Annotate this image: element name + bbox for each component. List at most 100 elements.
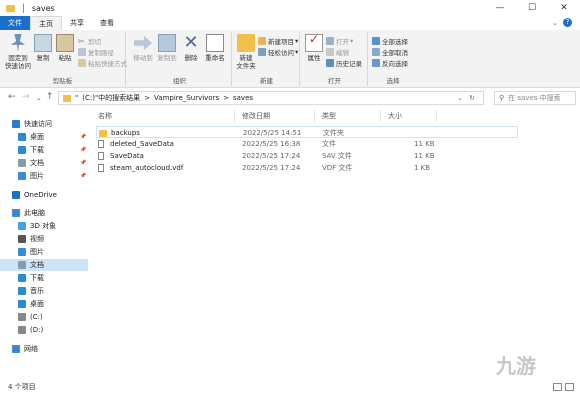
open-button[interactable]: 打开 ▾ bbox=[326, 36, 353, 46]
clipboard-group-label: 剪贴板 bbox=[52, 77, 73, 85]
tab-view[interactable]: 查看 bbox=[92, 16, 122, 30]
rename-button[interactable]: 重命名 bbox=[204, 34, 226, 62]
file-name: deleted_SaveData bbox=[110, 140, 174, 148]
new-item-button[interactable]: 新建项目 ▾ bbox=[258, 36, 298, 46]
ribbon-collapse-icon[interactable]: ⌄ bbox=[552, 19, 558, 27]
help-icon[interactable]: ? bbox=[563, 18, 572, 27]
select-group-label: 选择 bbox=[386, 77, 400, 85]
paste-shortcut-button[interactable]: 粘贴快捷方式 bbox=[78, 58, 127, 68]
paste-button[interactable]: 粘贴 bbox=[56, 34, 74, 62]
column-divider[interactable] bbox=[380, 110, 381, 122]
file-row[interactable]: deleted_SaveData 2022/5/25 16:38 文件 11 KB bbox=[96, 138, 518, 150]
nav-item-label: OneDrive bbox=[24, 191, 57, 199]
column-divider[interactable] bbox=[314, 110, 315, 122]
history-button[interactable]: 历史记录 bbox=[326, 58, 362, 68]
column-header-size[interactable]: 大小 bbox=[388, 110, 402, 122]
pin-icon bbox=[10, 34, 26, 52]
nav-item[interactable]: 视频 bbox=[0, 233, 88, 245]
invert-selection-button[interactable]: 反向选择 bbox=[372, 58, 408, 68]
address-bar[interactable]: " (C:)"中的搜索结果 > Vampire_Survivors > save… bbox=[58, 91, 484, 105]
file-row[interactable]: SaveData 2022/5/25 17:24 SAV 文件 11 KB bbox=[96, 150, 518, 162]
nav-item[interactable]: 文档 bbox=[0, 259, 88, 271]
minimize-button[interactable]: — bbox=[484, 0, 516, 16]
nav-item[interactable]: 快速访问 bbox=[0, 118, 88, 130]
nav-item-label: 图片 bbox=[30, 248, 44, 256]
copy-path-button[interactable]: 复制路径 bbox=[78, 47, 114, 57]
nav-item[interactable]: 网络 bbox=[0, 343, 88, 355]
nav-item[interactable]: OneDrive bbox=[0, 189, 88, 201]
nav-item[interactable]: 图片 📌 bbox=[0, 170, 88, 182]
nav-item-label: (C:) bbox=[30, 313, 43, 321]
maximize-button[interactable]: ☐ bbox=[516, 0, 548, 16]
nav-item-label: 图片 bbox=[30, 172, 44, 180]
address-part-vampire[interactable]: Vampire_Survivors bbox=[154, 94, 219, 102]
up-arrow-icon[interactable]: ↑ bbox=[46, 92, 54, 102]
file-row[interactable]: steam_autocloud.vdf 2022/5/25 17:24 VDF 文件… bbox=[96, 162, 518, 174]
new-item-icon bbox=[258, 37, 266, 45]
edit-button[interactable]: 编辑 bbox=[326, 47, 349, 57]
column-header-name[interactable]: 名称 bbox=[98, 110, 112, 122]
move-to-button[interactable]: 移动到 bbox=[132, 34, 154, 62]
new-folder-button[interactable]: 新建 文件夹 bbox=[236, 34, 256, 70]
forward-arrow-icon[interactable]: → bbox=[22, 92, 30, 102]
nav-item[interactable]: 桌面 📌 bbox=[0, 131, 88, 143]
cloud-icon bbox=[12, 191, 20, 199]
nav-item-label: 网络 bbox=[24, 345, 38, 353]
search-placeholder: 在 saves 中搜索 bbox=[508, 94, 561, 102]
nav-item[interactable]: 此电脑 bbox=[0, 207, 88, 219]
refresh-icon[interactable]: ↻ bbox=[469, 94, 475, 102]
download-icon bbox=[18, 146, 26, 154]
address-part-saves[interactable]: saves bbox=[233, 94, 253, 102]
delete-button[interactable]: ✕ 删除 bbox=[182, 34, 200, 63]
music-icon bbox=[18, 287, 26, 295]
open-icon bbox=[326, 37, 334, 45]
copy-to-icon bbox=[158, 34, 176, 52]
pin-quick-access-button[interactable]: 固定到 快速访问 bbox=[4, 34, 32, 70]
pin-icon: 📌 bbox=[80, 160, 87, 166]
cut-button[interactable]: ✂ 剪切 bbox=[78, 36, 101, 46]
search-box[interactable]: ⚲ 在 saves 中搜索 bbox=[494, 91, 576, 105]
large-icons-view-icon[interactable] bbox=[565, 383, 574, 391]
close-button[interactable]: ✕ bbox=[548, 0, 580, 16]
column-header-type[interactable]: 类型 bbox=[322, 110, 336, 122]
status-bar: 4 个项目 bbox=[0, 380, 580, 394]
open-group: ✓ 属性 打开 ▾ 编辑 历史记录 打开 bbox=[302, 32, 368, 86]
address-part-search[interactable]: (C:)"中的搜索结果 bbox=[82, 93, 140, 103]
file-icon bbox=[98, 138, 104, 150]
properties-button[interactable]: ✓ 属性 bbox=[304, 33, 324, 62]
easy-access-button[interactable]: 轻松访问 ▾ bbox=[258, 47, 298, 57]
document-icon bbox=[18, 159, 26, 167]
nav-item[interactable]: 下载 bbox=[0, 272, 88, 284]
select-none-button[interactable]: 全部取消 bbox=[372, 47, 408, 57]
file-row[interactable]: backups 2022/5/25 14:51 文件夹 bbox=[96, 126, 518, 138]
address-folder-icon bbox=[63, 94, 71, 102]
nav-item[interactable]: 3D 对象 bbox=[0, 220, 88, 232]
address-dropdown-icon[interactable]: ⌄ bbox=[457, 94, 463, 102]
file-type: VDF 文件 bbox=[322, 164, 353, 172]
window-title: saves bbox=[31, 3, 55, 13]
tab-share[interactable]: 共享 bbox=[62, 16, 92, 30]
details-view-icon[interactable] bbox=[553, 383, 562, 391]
nav-item[interactable]: (C:) bbox=[0, 311, 88, 323]
copy-to-button[interactable]: 复制到 bbox=[156, 34, 178, 62]
nav-item-label: 桌面 bbox=[30, 133, 44, 141]
tab-file[interactable]: 文件 bbox=[0, 16, 30, 30]
network-icon bbox=[12, 345, 20, 353]
column-header-date[interactable]: 修改日期 bbox=[242, 110, 270, 122]
nav-item[interactable]: (D:) bbox=[0, 324, 88, 336]
file-size: 11 KB bbox=[414, 140, 435, 148]
column-divider[interactable] bbox=[436, 110, 437, 122]
move-to-icon bbox=[134, 35, 152, 51]
recent-chevron-icon[interactable]: ⌄ bbox=[36, 94, 42, 102]
copy-button[interactable]: 复制 bbox=[34, 34, 52, 62]
nav-item[interactable]: 桌面 bbox=[0, 298, 88, 310]
nav-item[interactable]: 文档 📌 bbox=[0, 157, 88, 169]
nav-item-label: 文档 bbox=[30, 261, 44, 269]
nav-item[interactable]: 下载 📌 bbox=[0, 144, 88, 156]
nav-item[interactable]: 音乐 bbox=[0, 285, 88, 297]
nav-item[interactable]: 图片 bbox=[0, 246, 88, 258]
select-all-button[interactable]: 全部选择 bbox=[372, 36, 408, 46]
column-divider[interactable] bbox=[234, 110, 235, 122]
back-arrow-icon[interactable]: ← bbox=[8, 92, 16, 102]
tab-home[interactable]: 主页 bbox=[30, 16, 62, 30]
